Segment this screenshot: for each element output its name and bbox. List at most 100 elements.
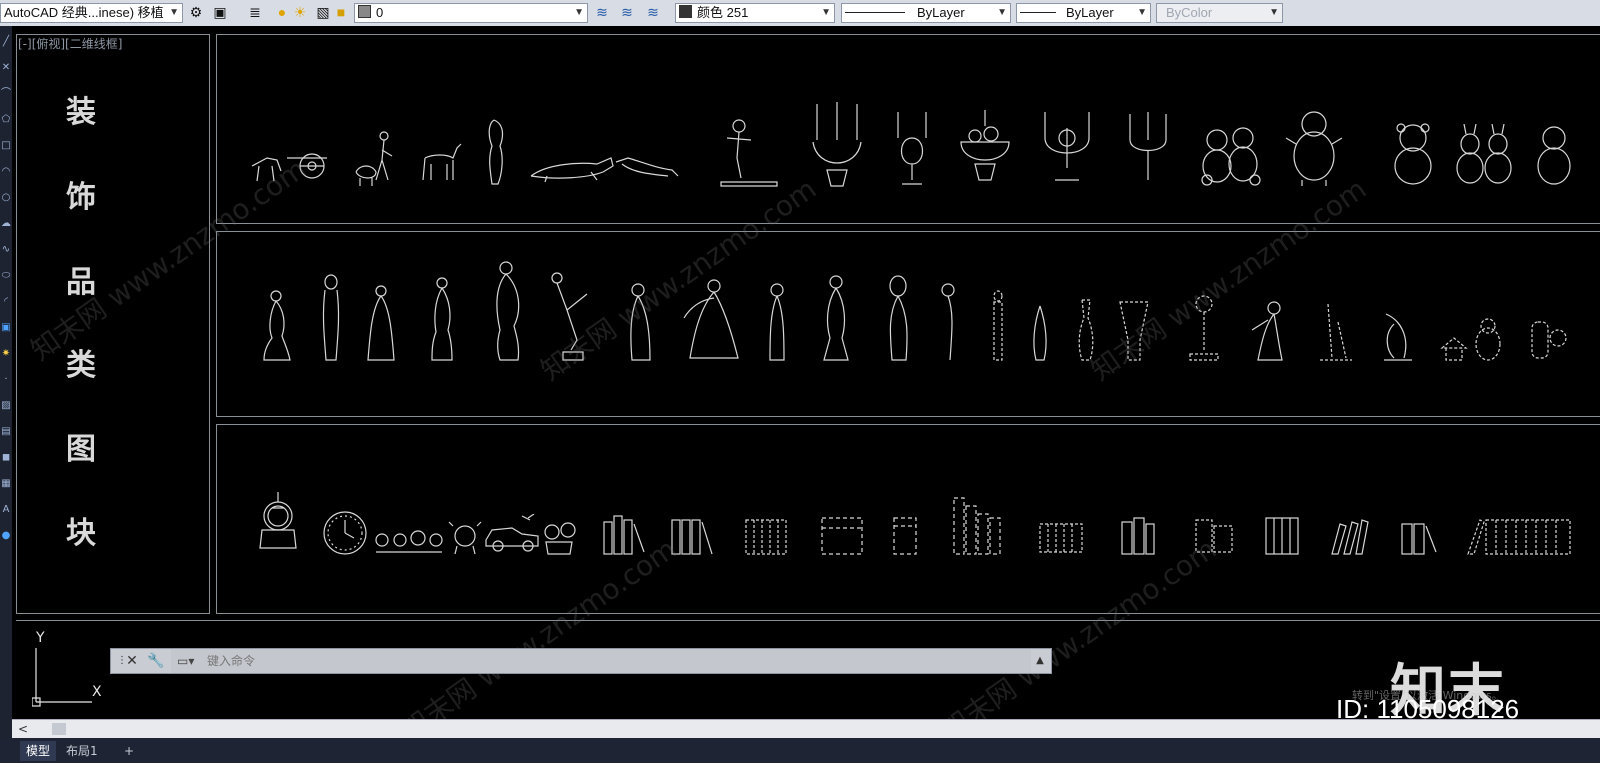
hatch-icon[interactable]: ▨ [0, 396, 12, 416]
polyline-icon[interactable]: ⌒ [0, 84, 12, 104]
circle-icon[interactable]: ○ [0, 188, 12, 208]
rectangle-icon[interactable]: □ [0, 136, 12, 156]
tab-layout1[interactable]: 布局1 [60, 741, 104, 761]
teddy-bears-block[interactable] [1197, 126, 1267, 186]
lock-icon[interactable]: ■ [331, 3, 351, 23]
wave-sculpture-block[interactable] [1380, 310, 1416, 362]
vase-bearer-block[interactable] [318, 274, 344, 362]
bookend-set-block[interactable] [1118, 514, 1158, 556]
torso-sculpture-block[interactable] [482, 118, 512, 188]
book-stack-block[interactable] [600, 512, 648, 556]
shepherd-figure-block[interactable] [352, 130, 402, 190]
robed-statue-block[interactable] [366, 284, 396, 362]
stacked-books-block[interactable] [1192, 516, 1236, 556]
venus-statue-block[interactable] [426, 276, 458, 362]
slim-figure-block[interactable] [764, 282, 790, 362]
wall-candle-block[interactable] [1122, 110, 1172, 185]
dancer-statue-block[interactable] [717, 118, 782, 188]
pagoda-and-penguin-block[interactable] [1440, 318, 1508, 362]
box-files-block[interactable] [818, 514, 866, 556]
bunnies-block[interactable] [1452, 124, 1517, 186]
spline-icon[interactable]: ∿ [0, 240, 12, 260]
dancing-couple-block[interactable] [1248, 300, 1288, 362]
candelabra-block[interactable] [807, 100, 867, 190]
ball-stand-block[interactable] [1186, 294, 1222, 362]
small-figurines-block[interactable] [374, 528, 444, 556]
tall-books-block[interactable] [950, 494, 1006, 556]
make-block-icon[interactable]: ✷ [0, 344, 12, 364]
layer-dropdown[interactable]: 0 ▼ [354, 3, 588, 23]
goat-block[interactable] [417, 138, 462, 188]
point-icon[interactable]: · [0, 370, 12, 390]
book-pair-block[interactable] [1398, 520, 1440, 556]
panther-block[interactable] [612, 152, 682, 182]
caret-up-icon[interactable]: ▲ [1031, 652, 1049, 670]
make-current-layer-icon[interactable]: ≋ [592, 3, 612, 23]
ellipse-icon[interactable]: ⬭ [0, 266, 12, 286]
multiline-text-icon[interactable]: A [0, 500, 12, 520]
embracing-figure-block[interactable] [490, 260, 526, 362]
layer-manager-icon[interactable]: ≣ [245, 3, 265, 23]
flame-sculpture-block[interactable] [1030, 304, 1050, 362]
vase-sculpture-block[interactable] [1116, 300, 1152, 362]
horizontal-scrollbar[interactable]: < [12, 719, 1600, 739]
leaning-books-block[interactable] [1328, 514, 1374, 556]
fruit-bowl-block[interactable] [955, 106, 1015, 186]
ellipse-arc-icon[interactable]: ◜ [0, 292, 12, 312]
cart-block[interactable] [247, 136, 327, 186]
standing-male-statue-block[interactable] [818, 274, 854, 362]
command-history-icon[interactable]: ▭▾ [177, 649, 194, 673]
arc-icon[interactable]: ◠ [0, 162, 12, 182]
bottle-sculpture-block[interactable] [1076, 298, 1096, 362]
toy-car-block[interactable] [482, 514, 542, 556]
color-dropdown[interactable]: 颜色 251 ▼ [675, 3, 835, 23]
leopard-block[interactable] [527, 150, 617, 185]
flower-girl-statue-block[interactable] [624, 282, 656, 362]
line-icon[interactable]: ╱ [0, 32, 12, 52]
drawing-viewport[interactable]: [-][俯视][二维线框] 装 饰 品 类 图 块 知末网 www.znzmo.… [12, 26, 1600, 738]
insert-block-icon[interactable]: ▣ [0, 318, 12, 338]
cartoon-figure-block[interactable] [1534, 124, 1574, 186]
feathered-statue-block[interactable] [884, 274, 912, 362]
construction-line-icon[interactable]: ✕ [0, 58, 12, 78]
magazine-box-block[interactable] [890, 514, 920, 556]
linetype-dropdown[interactable]: ByLayer ▼ [841, 3, 1011, 23]
column-figure-block[interactable] [990, 290, 1006, 362]
region-icon[interactable]: ◼ [0, 448, 12, 468]
command-input[interactable]: ▭▾ 键入命令 [171, 649, 1031, 673]
cartoon-bear-block[interactable] [1387, 122, 1442, 186]
tab-model[interactable]: 模型 [20, 741, 57, 761]
wrench-icon[interactable]: 🔧 [147, 652, 165, 670]
flower-pots-block[interactable] [542, 522, 578, 556]
ornate-clock-block[interactable] [256, 488, 300, 556]
candle-holder-block[interactable] [892, 108, 932, 188]
freeze-viewport-icon[interactable]: ▧ [313, 3, 333, 23]
low-books-block[interactable] [1036, 520, 1086, 556]
gear-icon[interactable]: ⚙ [186, 3, 206, 23]
layer-states-icon[interactable]: ≋ [643, 3, 663, 23]
abstract-figure-block[interactable] [938, 282, 962, 362]
bull-figure-block[interactable] [447, 520, 483, 556]
book-row-block[interactable] [668, 514, 716, 556]
sun-icon[interactable]: ☀ [290, 3, 310, 23]
scroll-thumb[interactable] [52, 723, 66, 735]
lineweight-dropdown[interactable]: ByLayer ▼ [1016, 3, 1151, 23]
wall-clock-block[interactable] [320, 510, 370, 556]
lightbulb-icon[interactable]: ● [272, 3, 292, 23]
sail-sculpture-block[interactable] [1318, 302, 1354, 362]
ballet-statue-block[interactable] [547, 270, 593, 362]
polygon-icon[interactable]: ⬠ [0, 110, 12, 130]
revision-cloud-icon[interactable]: ☁ [0, 214, 12, 234]
books-block[interactable] [742, 514, 790, 556]
add-layout-icon[interactable]: + [118, 741, 140, 761]
scroll-left-icon[interactable]: < [18, 722, 28, 736]
book-set-block[interactable] [1262, 514, 1302, 556]
gradient-icon[interactable]: ▤ [0, 422, 12, 442]
candle-stand-block[interactable] [1037, 108, 1097, 188]
owl-figure-block[interactable] [1528, 318, 1568, 362]
layer-previous-icon[interactable]: ≋ [617, 3, 637, 23]
fan-dancer-block[interactable] [680, 278, 744, 362]
add-selected-icon[interactable]: ● [0, 526, 12, 546]
table-icon[interactable]: ▦ [0, 474, 12, 494]
kneeling-figure-block[interactable] [260, 288, 294, 362]
